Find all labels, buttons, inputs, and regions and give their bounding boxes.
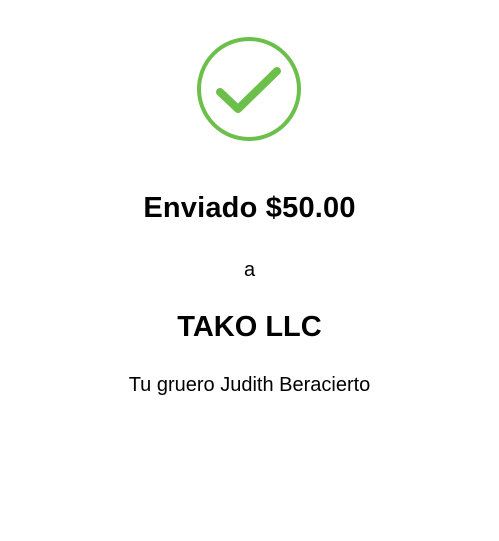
checkmark-circle-icon (196, 36, 302, 142)
connector-text: a (243, 259, 256, 281)
payment-confirmation-screen: Enviado $50.00 a TAKO LLC Tu gruero Judi… (0, 0, 499, 541)
sent-label: Enviado (143, 192, 258, 224)
sent-amount-heading: Enviado $50.00 (0, 192, 499, 225)
recipient-name: TAKO LLC (177, 311, 322, 343)
sent-amount: $50.00 (265, 192, 356, 224)
payment-memo: Tu gruero Judith Beracierto (128, 374, 371, 396)
